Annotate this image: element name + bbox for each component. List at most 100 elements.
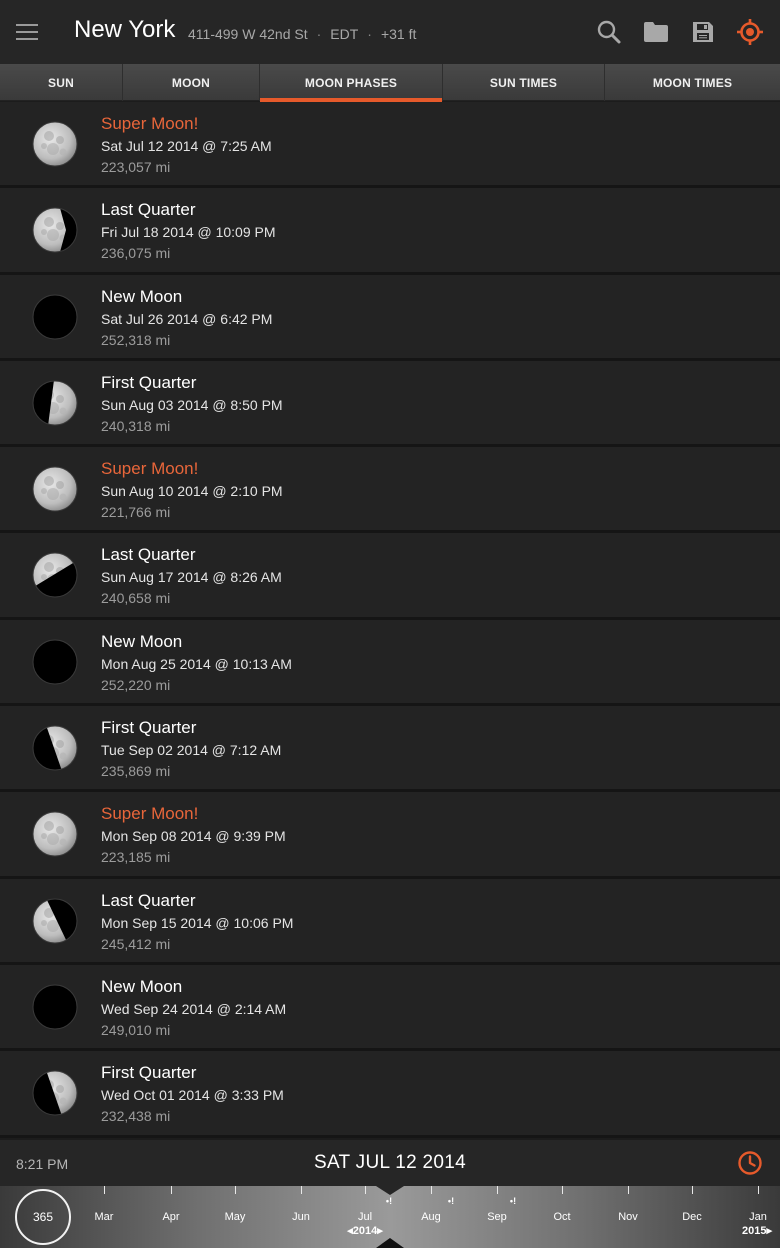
list-item[interactable]: Last Quarter Fri Jul 18 2014 @ 10:09 PM 23… [0,188,780,275]
phase-date: Sat Jul 26 2014 @ 6:42 PM [101,310,273,327]
timeline-tick [497,1186,498,1194]
phase-distance: 235,869 mi [101,763,171,780]
tab-sun[interactable]: SUN [0,64,123,101]
phase-date: Sun Aug 03 2014 @ 8:50 PM [101,396,283,413]
separator: · [316,26,322,42]
timeline-tick [235,1186,236,1194]
address-text: 411-499 W 42nd St [188,26,308,42]
timeline-month-label: Jun [292,1211,310,1223]
timeline-tick [562,1186,563,1194]
moon-phase-icon [32,121,78,167]
folder-icon[interactable] [640,16,672,48]
timeline-tick [365,1186,366,1194]
list-item[interactable]: First Quarter Sun Aug 03 2014 @ 8:50 PM 24… [0,360,780,448]
search-icon[interactable] [593,16,625,48]
phase-distance: 232,438 mi [101,1108,171,1125]
phase-distance: 252,220 mi [101,676,171,693]
list-item[interactable]: Last Quarter Sun Aug 17 2014 @ 8:26 AM 240… [0,533,780,620]
list-item[interactable]: First Quarter Wed Oct 01 2014 @ 3:33 PM 23… [0,1051,780,1138]
moon-phase-icon [32,294,78,340]
phase-date: Tue Sep 02 2014 @ 7:12 AM [101,742,282,759]
phase-name: Last Quarter [101,890,196,910]
phase-name: Last Quarter [101,545,196,565]
moon-phase-icon [32,207,78,253]
list-item[interactable]: Super Moon! Sun Aug 10 2014 @ 2:10 PM 221,… [0,447,780,534]
super-moon-marker: •! [385,1196,393,1206]
phase-name: Last Quarter [101,200,196,220]
tab-moon[interactable]: MOON [123,64,260,101]
moon-phase-icon [32,466,78,512]
moon-phase-icon [32,898,78,944]
phase-date: Sun Aug 10 2014 @ 2:10 PM [101,483,283,500]
super-moon-marker: •! [447,1196,455,1206]
phase-distance: 240,318 mi [101,417,171,434]
phase-distance: 240,658 mi [101,590,171,607]
tab-moon-times[interactable]: MOON TIMES [605,64,780,101]
tab-bar: SUN MOON MOON PHASES SUN TIMES MOON TIME… [0,64,780,102]
list-item[interactable]: New Moon Mon Aug 25 2014 @ 10:13 AM 252,22… [0,619,780,707]
timeline-month-label: Sep [487,1211,507,1223]
phase-name: Super Moon! [101,114,199,133]
moon-phase-icon [32,639,78,685]
timezone-text: EDT [330,26,359,42]
phase-name: New Moon [101,631,183,651]
phase-date: Sat Jul 12 2014 @ 7:25 AM [101,138,272,154]
location-info: 411-499 W 42nd St · EDT · +31 ft [188,26,416,42]
phase-distance: 223,185 mi [101,849,171,866]
timeline-month-label: Dec [682,1211,702,1223]
tab-sun-times[interactable]: SUN TIMES [443,64,605,101]
timeline-month-label: Mar [94,1211,114,1223]
moon-phase-icon [32,380,78,426]
list-item[interactable]: First Quarter Tue Sep 02 2014 @ 7:12 AM 23… [0,706,780,793]
current-date[interactable]: SAT JUL 12 2014 [0,1152,780,1174]
save-icon[interactable] [687,16,719,48]
phase-date: Wed Sep 24 2014 @ 2:14 AM [101,1000,287,1017]
timeline-tick [301,1186,302,1194]
timeline-month-label: Jan [749,1211,767,1223]
timeline-tick [628,1186,629,1194]
list-item[interactable]: New Moon Wed Sep 24 2014 @ 2:14 AM 249,010… [0,964,780,1052]
phase-distance: 223,057 mi [101,159,171,175]
phase-distance: 249,010 mi [101,1021,171,1038]
phase-name: First Quarter [101,718,197,738]
moon-phase-list: Super Moon! Sat Jul 12 2014 @ 7:25 AM 223,… [0,102,780,1138]
phase-name: New Moon [101,286,183,306]
phase-name: First Quarter [101,372,197,392]
moon-phase-icon [32,725,78,771]
moon-phase-icon [32,984,78,1030]
moon-phase-icon [32,1070,78,1116]
list-item[interactable]: Super Moon! Mon Sep 08 2014 @ 9:39 PM 223,… [0,792,780,879]
clock-icon[interactable] [737,1150,763,1176]
year-label-next: 2015▸ [742,1225,772,1237]
timeline-scrubber[interactable]: 365 ◂2014▸ 2015▸ Mar Apr May Jun Jul Aug Sep Oc… [0,1186,780,1248]
city-title[interactable]: New York [74,16,175,44]
phase-distance: 245,412 mi [101,935,171,952]
timeline-month-label: Apr [162,1211,180,1223]
moon-phase-icon [32,552,78,598]
menu-icon[interactable] [16,24,38,40]
phase-date: Mon Aug 25 2014 @ 10:13 AM [101,655,292,672]
date-bar: 8:21 PM SAT JUL 12 2014 [0,1140,780,1186]
moon-phase-icon [32,811,78,857]
phase-distance: 221,766 mi [101,504,171,521]
phase-distance: 252,318 mi [101,331,171,348]
days-range-button[interactable]: 365 [15,1189,71,1245]
separator: · [367,26,372,42]
tab-moon-phases[interactable]: MOON PHASES [260,64,443,102]
list-item[interactable]: Super Moon! Sat Jul 12 2014 @ 7:25 AM 223,… [0,102,780,189]
phase-name: First Quarter [101,1063,197,1083]
list-item[interactable]: Last Quarter Mon Sep 15 2014 @ 10:06 PM 24… [0,878,780,965]
timeline-tick [171,1186,172,1194]
list-item[interactable]: New Moon Sat Jul 26 2014 @ 6:42 PM 252,318… [0,274,780,361]
timeline-month-label: Oct [553,1211,571,1223]
timeline-month-label: May [224,1211,246,1223]
phase-name: New Moon [101,976,183,996]
timeline-month-label: Nov [618,1211,638,1223]
phase-date: Mon Sep 15 2014 @ 10:06 PM [101,914,294,931]
phase-date: Mon Sep 08 2014 @ 9:39 PM [101,828,286,845]
my-location-icon[interactable] [734,16,766,48]
app-header: New York 411-499 W 42nd St · EDT · +31 f… [0,0,780,64]
timeline-month-label: Aug [421,1211,441,1223]
phase-distance: 236,075 mi [101,245,171,262]
timeline-pointer-bottom [376,1238,404,1248]
